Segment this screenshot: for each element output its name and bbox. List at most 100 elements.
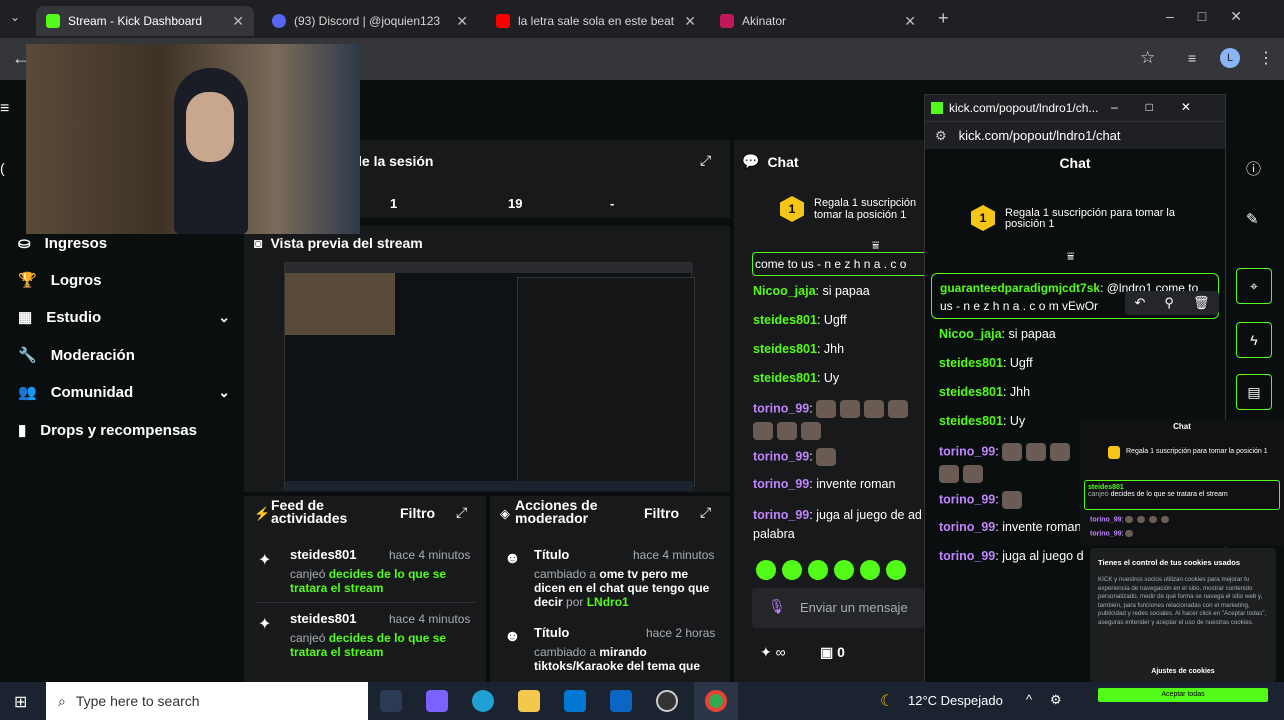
mod-user[interactable]: LNdro1: [587, 595, 629, 609]
window-controls[interactable]: –□✕: [1166, 8, 1266, 25]
network-icon[interactable]: ⚙: [1050, 692, 1062, 708]
chat-user[interactable]: torino_99: [753, 508, 809, 522]
chat-user[interactable]: steides801: [939, 356, 1003, 370]
profile-avatar[interactable]: L: [1220, 48, 1240, 68]
tab-label: (93) Discord | @joquien123: [294, 14, 441, 28]
hamburger-icon[interactable]: ≡: [0, 100, 9, 118]
close-icon[interactable]: ✕: [456, 13, 468, 30]
delete-icon[interactable]: 🗑: [1193, 295, 1210, 311]
chat-user[interactable]: torino_99: [939, 444, 995, 458]
star-icon[interactable]: ☆: [1140, 48, 1155, 68]
copilot-icon[interactable]: [426, 690, 448, 712]
points-indicator[interactable]: ✦ ∞: [760, 644, 786, 661]
activity-filter-button[interactable]: Filtro: [400, 505, 435, 521]
media-icon[interactable]: ≡: [1188, 50, 1196, 66]
chat-user[interactable]: Nicoo_jaja: [753, 284, 816, 298]
emote-button[interactable]: [860, 560, 880, 580]
popout-url[interactable]: kick.com/popout/lndro1/chat: [959, 128, 1121, 143]
collapse-icon[interactable]: (: [0, 160, 5, 176]
expand-icon[interactable]: ⤢: [700, 152, 711, 169]
mod-verb: cambiado a: [534, 645, 597, 659]
menu-icon[interactable]: ⋮: [1258, 48, 1274, 68]
taskbar-search[interactable]: ⌕ Type here to search: [46, 682, 368, 720]
chat-user[interactable]: steides801: [939, 385, 1003, 399]
tab-kick-dashboard[interactable]: Stream - Kick Dashboard ✕: [36, 6, 254, 36]
windows-start-icon[interactable]: ⊞: [14, 692, 27, 712]
activity-user[interactable]: steides801: [290, 547, 357, 562]
chat-user[interactable]: torino_99: [939, 549, 995, 563]
store-icon[interactable]: [564, 690, 586, 712]
emote-button[interactable]: [886, 560, 906, 580]
mod-filter-button[interactable]: Filtro: [644, 505, 679, 521]
bolt-button[interactable]: ϟ: [1236, 322, 1272, 358]
store-indicator[interactable]: ▣ 0: [820, 644, 845, 661]
obs-icon[interactable]: [656, 690, 678, 712]
pinned-message[interactable]: come to us - n e z h n a . c o: [752, 252, 924, 276]
sidebar-item-moderacion[interactable]: 🔧 Moderación: [18, 346, 230, 365]
emote-button[interactable]: [756, 560, 776, 580]
chat-user[interactable]: torino_99: [753, 477, 809, 491]
chrome-taskbar-item[interactable]: [694, 682, 738, 720]
chat-header: 💬 Chat: [742, 153, 799, 170]
pin-icon[interactable]: ⩸: [1067, 249, 1074, 264]
chat-user[interactable]: steides801: [939, 414, 1003, 428]
gift-banner[interactable]: Regala 1 suscripción para tomar la posic…: [1005, 208, 1185, 230]
chat-user[interactable]: steides801: [753, 342, 817, 356]
stream-preview-video[interactable]: [284, 262, 695, 491]
notes-button[interactable]: ▤: [1236, 374, 1272, 410]
emote-button[interactable]: [808, 560, 828, 580]
emote-button[interactable]: [782, 560, 802, 580]
mail-icon[interactable]: [610, 690, 632, 712]
edge-icon[interactable]: [472, 690, 494, 712]
chat-user[interactable]: steides801: [753, 371, 817, 385]
tab-discord[interactable]: (93) Discord | @joquien123 ✕: [262, 6, 478, 36]
tab-youtube[interactable]: la letra sale sola en este beat (n ✕: [486, 6, 706, 36]
emote-button[interactable]: [834, 560, 854, 580]
sidebar-item-logros[interactable]: 🏆 Logros: [18, 271, 230, 290]
task-view-icon[interactable]: [380, 690, 402, 712]
gift-banner[interactable]: Regala 1 suscripción tomar la posición 1: [814, 197, 924, 223]
tab-search-icon[interactable]: ⌄: [10, 10, 20, 24]
expand-icon[interactable]: ⤢: [456, 504, 467, 521]
chat-user[interactable]: torino_99: [939, 492, 995, 506]
chat-input[interactable]: 🎙 Enviar un mensaje: [752, 588, 924, 628]
chat-line: torino_99: invente roman: [753, 477, 896, 491]
site-info-icon[interactable]: ⚙: [935, 128, 947, 144]
store-icon: ▣: [820, 644, 834, 660]
chat-user[interactable]: steides801: [753, 313, 817, 327]
cookie-settings-button[interactable]: Ajustes de cookies: [1090, 668, 1276, 675]
akinator-icon: [720, 14, 734, 28]
pin-message-icon[interactable]: ⚲: [1164, 295, 1174, 311]
edit-icon[interactable]: ✎: [1246, 210, 1259, 228]
chat-user[interactable]: guaranteedparadigmjcdt7sk: [940, 281, 1100, 295]
chat-user[interactable]: torino_99: [753, 449, 809, 463]
mini-user: torino_99: [1090, 516, 1122, 524]
new-tab-button[interactable]: +: [938, 8, 949, 29]
weather-text[interactable]: 12°C Despejado: [908, 693, 1003, 708]
sidebar-item-ingresos[interactable]: ⛀ Ingresos: [18, 234, 230, 253]
mod-action-time: hace 2 horas: [646, 626, 716, 640]
chat-user[interactable]: torino_99: [939, 520, 995, 534]
target-button[interactable]: ⌖: [1236, 268, 1272, 304]
chat-user[interactable]: torino_99: [753, 401, 809, 415]
close-icon[interactable]: ✕: [904, 13, 916, 30]
info-icon[interactable]: ⓘ: [1246, 158, 1261, 179]
sidebar-item-estudio[interactable]: ▦ Estudio ⌄: [18, 308, 230, 327]
activity-user[interactable]: steides801: [290, 611, 357, 626]
mic-icon[interactable]: 🎙: [768, 598, 786, 615]
activity-time: hace 4 minutos: [389, 548, 471, 562]
chat-user[interactable]: Nicoo_jaja: [939, 327, 1002, 341]
reply-icon[interactable]: ↶: [1135, 295, 1146, 311]
cookie-accept-button[interactable]: Aceptar todas: [1098, 688, 1268, 702]
studio-icon: ▦: [18, 309, 33, 326]
close-icon[interactable]: ✕: [232, 13, 244, 30]
popout-window-controls[interactable]: –□✕: [1111, 100, 1219, 114]
tab-akinator[interactable]: Akinator ✕: [710, 6, 926, 36]
explorer-icon[interactable]: [518, 690, 540, 712]
sidebar-item-comunidad[interactable]: 👥 Comunidad ⌄: [18, 383, 230, 402]
pin-icon[interactable]: ⩸: [872, 238, 879, 253]
expand-icon[interactable]: ⤢: [700, 504, 711, 521]
close-icon[interactable]: ✕: [684, 13, 696, 30]
sidebar-item-drops[interactable]: ▮ Drops y recompensas: [18, 421, 230, 440]
tray-chevron-icon[interactable]: ^: [1026, 692, 1032, 707]
